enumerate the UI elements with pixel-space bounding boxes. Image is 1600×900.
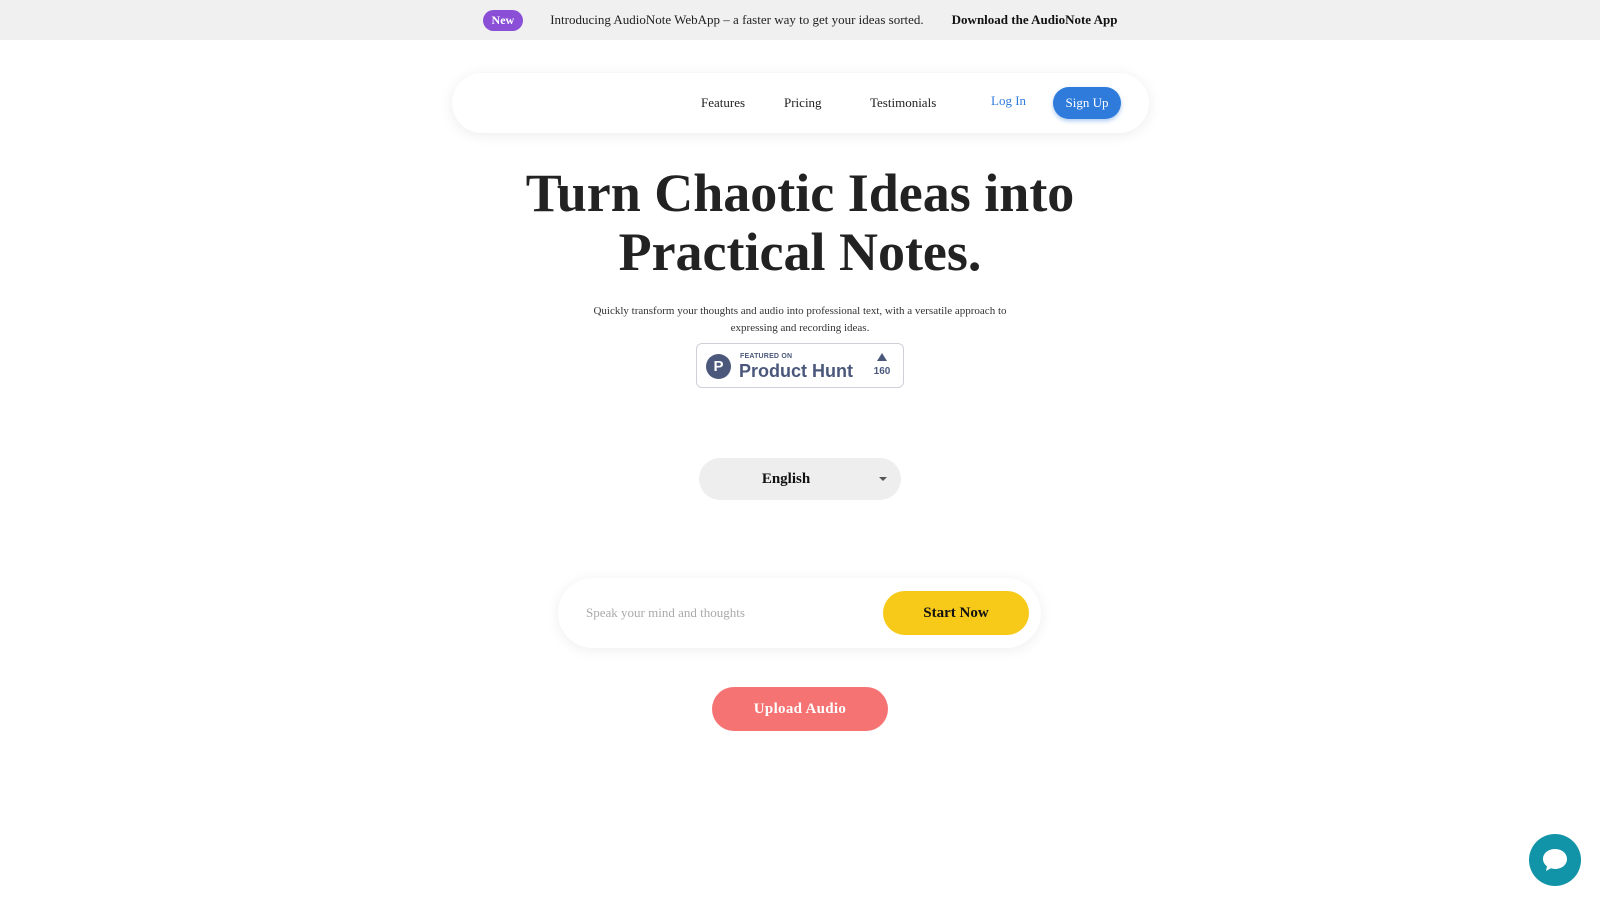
nav-pricing[interactable]: Pricing (784, 95, 822, 111)
top-nav: Features Pricing Testimonials Log In Sig… (452, 73, 1149, 133)
product-hunt-logo-icon: P (706, 354, 731, 379)
download-app-link[interactable]: Download the AudioNote App (952, 12, 1118, 28)
announcement-text: Introducing AudioNote WebApp – a faster … (550, 12, 924, 27)
hero-title-line2: Practical Notes. (618, 222, 982, 282)
nav-features[interactable]: Features (701, 95, 745, 111)
hero-title-line1: Turn Chaotic Ideas into (525, 163, 1075, 223)
chevron-down-icon (879, 477, 887, 481)
login-link[interactable]: Log In (991, 93, 1026, 109)
upload-audio-button[interactable]: Upload Audio (712, 687, 888, 731)
start-now-button[interactable]: Start Now (883, 591, 1029, 635)
new-badge: New (482, 9, 524, 31)
product-hunt-name: Product Hunt (739, 361, 853, 381)
thought-input-card: Start Now (558, 578, 1041, 648)
upvote-count: 160 (873, 366, 891, 377)
chat-button[interactable] (1529, 834, 1581, 886)
signup-button[interactable]: Sign Up (1053, 87, 1121, 119)
upvote-triangle-icon (877, 353, 887, 361)
nav-testimonials[interactable]: Testimonials (870, 95, 936, 111)
product-hunt-badge[interactable]: P FEATURED ON Product Hunt 160 (696, 343, 904, 388)
language-select[interactable]: English (699, 458, 901, 500)
announcement-bar: New Introducing AudioNote WebApp – a fas… (0, 0, 1600, 40)
thought-input[interactable] (584, 598, 874, 628)
language-selected-value: English (761, 470, 811, 487)
announcement-content: New Introducing AudioNote WebApp – a fas… (482, 9, 1118, 31)
product-hunt-featured-label: FEATURED ON (740, 353, 793, 360)
hero-subtitle: Quickly transform your thoughts and audi… (593, 305, 1007, 334)
hero-title: Turn Chaotic Ideas into Practical Notes. (400, 164, 1200, 282)
chat-bubble-icon (1543, 849, 1567, 871)
